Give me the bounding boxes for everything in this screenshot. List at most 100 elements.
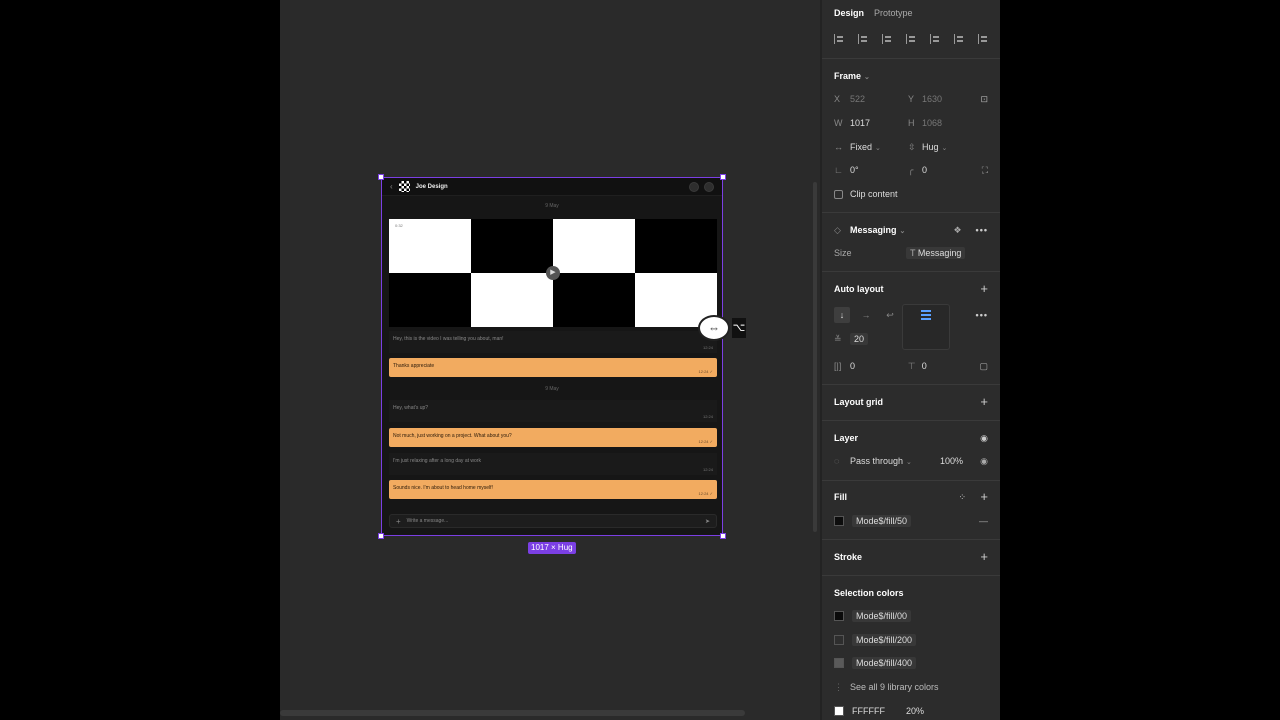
- selection-color[interactable]: Mode$/fill/200: [852, 634, 917, 646]
- selection-color[interactable]: Mode$/fill/400: [852, 657, 917, 669]
- gap-field[interactable]: 20: [850, 333, 869, 345]
- align-right-icon[interactable]: [882, 34, 894, 44]
- resize-handle[interactable]: [720, 533, 726, 539]
- resize-handle[interactable]: [378, 533, 384, 539]
- height-mode-icon: ⇳: [908, 141, 916, 152]
- back-arrow-icon[interactable]: ‹: [390, 182, 393, 191]
- height-field[interactable]: 1068: [922, 118, 980, 128]
- composer-placeholder: Write a message...: [406, 518, 449, 524]
- messaging-frame[interactable]: ‹ Joe Design 9 May 0:32 ▶ 12:23 Hey, thi…: [381, 177, 723, 536]
- align-bottom-icon[interactable]: [954, 34, 966, 44]
- horizontal-scrollbar[interactable]: [280, 710, 745, 716]
- message-outgoing: Sounds nice. I'm about to head home myse…: [389, 480, 717, 499]
- h-label: H: [908, 118, 915, 128]
- more-options-icon[interactable]: •••: [976, 225, 988, 235]
- component-name[interactable]: Messaging ⌄: [850, 225, 905, 235]
- y-label: Y: [908, 94, 915, 104]
- instance-icon[interactable]: ❖: [953, 225, 961, 236]
- add-stroke-icon[interactable]: +: [980, 550, 988, 563]
- width-mode-icon: ↔: [834, 142, 843, 152]
- height-mode-select[interactable]: Hug ⌄: [922, 142, 980, 152]
- vertical-padding-field[interactable]: 0: [922, 361, 980, 371]
- align-middle-icon[interactable]: [930, 34, 942, 44]
- align-top-icon[interactable]: [906, 34, 918, 44]
- add-layout-grid-icon[interactable]: +: [980, 395, 988, 408]
- design-panel: Design Prototype Frame ⌄ X 522 Y 1630 ⊡ W…: [822, 0, 1000, 720]
- more-icon[interactable]: [704, 181, 714, 192]
- clip-content-label: Clip content: [850, 189, 898, 199]
- search-icon[interactable]: [689, 181, 699, 192]
- width-field[interactable]: 1017: [850, 118, 908, 128]
- direction-horizontal-icon[interactable]: →: [858, 307, 874, 323]
- hex-value[interactable]: FFFFFF: [852, 706, 906, 716]
- hex-opacity[interactable]: 20%: [906, 706, 924, 716]
- add-fill-icon[interactable]: +: [980, 490, 988, 503]
- component-icon: ◇: [834, 224, 841, 235]
- individual-padding-icon[interactable]: ▢: [979, 361, 988, 372]
- style-icon[interactable]: ⁘: [958, 492, 966, 502]
- size-variant-select[interactable]: T Messaging: [906, 247, 966, 259]
- chat-title: Joe Design: [415, 183, 448, 190]
- color-swatch[interactable]: [834, 635, 844, 645]
- resize-handle[interactable]: [720, 174, 726, 180]
- add-auto-layout-icon[interactable]: +: [980, 282, 988, 295]
- horizontal-padding-field[interactable]: 0: [850, 361, 908, 371]
- blend-mode-select[interactable]: Pass through ⌄: [850, 456, 940, 466]
- w-label: W: [834, 118, 843, 128]
- constraints-icon[interactable]: ⊡: [980, 94, 988, 105]
- selection-color[interactable]: Mode$/fill/00: [852, 610, 912, 622]
- layout-grid-title: Layout grid: [834, 397, 883, 407]
- color-swatch[interactable]: [834, 706, 844, 716]
- rotation-field[interactable]: 0°: [850, 165, 908, 175]
- fill-token[interactable]: Mode$/fill/50: [852, 515, 912, 527]
- color-swatch[interactable]: [834, 658, 844, 668]
- corner-radius-field[interactable]: 0: [922, 165, 980, 175]
- remove-fill-icon[interactable]: —: [979, 516, 988, 526]
- message-outgoing: Thanks appreciate 12:24 ✓: [389, 358, 717, 377]
- resize-handle[interactable]: [378, 174, 384, 180]
- y-field[interactable]: 1630: [922, 94, 980, 104]
- message-composer[interactable]: + Write a message... ➤: [389, 514, 717, 528]
- vertical-padding-icon: ⊤: [907, 360, 916, 371]
- fill-swatch[interactable]: [834, 516, 844, 526]
- x-field[interactable]: 522: [850, 94, 908, 104]
- independent-corners-icon[interactable]: ⛶: [982, 165, 988, 176]
- direction-vertical-icon[interactable]: ↓: [834, 307, 850, 323]
- tab-design[interactable]: Design: [834, 8, 864, 18]
- option-key-indicator: ⌥: [732, 318, 746, 338]
- frame-section-title[interactable]: Frame ⌄: [834, 71, 870, 81]
- message-outgoing: Not much, just working on a project. Wha…: [389, 428, 717, 447]
- layer-title: Layer: [834, 433, 859, 443]
- send-icon[interactable]: ➤: [705, 518, 710, 525]
- blend-icon: ◌: [834, 456, 840, 466]
- distribute-icon[interactable]: [978, 34, 990, 44]
- video-message[interactable]: 0:32 ▶: [389, 219, 717, 327]
- layer-mode-icon[interactable]: ◉: [980, 433, 988, 443]
- align-left-icon[interactable]: [834, 34, 846, 44]
- see-all-colors-link[interactable]: See all 9 library colors: [850, 682, 939, 692]
- opacity-field[interactable]: 100%: [940, 456, 963, 466]
- visibility-eye-icon[interactable]: ◉: [980, 456, 988, 467]
- auto-layout-more-icon[interactable]: •••: [976, 310, 988, 320]
- date-separator: 9 May: [545, 203, 559, 209]
- selection-colors-title: Selection colors: [834, 588, 904, 598]
- avatar: [398, 181, 410, 192]
- tab-prototype[interactable]: Prototype: [874, 8, 913, 18]
- add-attachment-icon[interactable]: +: [396, 517, 401, 526]
- size-badge: 1017 × Hug: [528, 542, 576, 554]
- corner-radius-icon: ╭: [908, 164, 914, 175]
- width-mode-select[interactable]: Fixed ⌄: [850, 142, 908, 152]
- align-center-icon[interactable]: [858, 34, 870, 44]
- auto-layout-title: Auto layout: [834, 284, 884, 294]
- clip-content-checkbox[interactable]: [834, 189, 843, 199]
- chat-header: ‹ Joe Design: [382, 178, 722, 196]
- color-swatch[interactable]: [834, 611, 844, 621]
- vertical-scrollbar[interactable]: [813, 182, 817, 532]
- play-icon[interactable]: ▶: [546, 266, 560, 280]
- direction-wrap-icon[interactable]: ↩: [882, 307, 898, 323]
- fill-title: Fill: [834, 492, 847, 502]
- rotation-icon: ∟: [834, 165, 843, 175]
- video-duration: 0:32: [395, 223, 403, 228]
- message-incoming: Hey, this is the video I was telling you…: [389, 331, 717, 353]
- message-incoming: Hey, what's up? 12:24: [389, 400, 717, 422]
